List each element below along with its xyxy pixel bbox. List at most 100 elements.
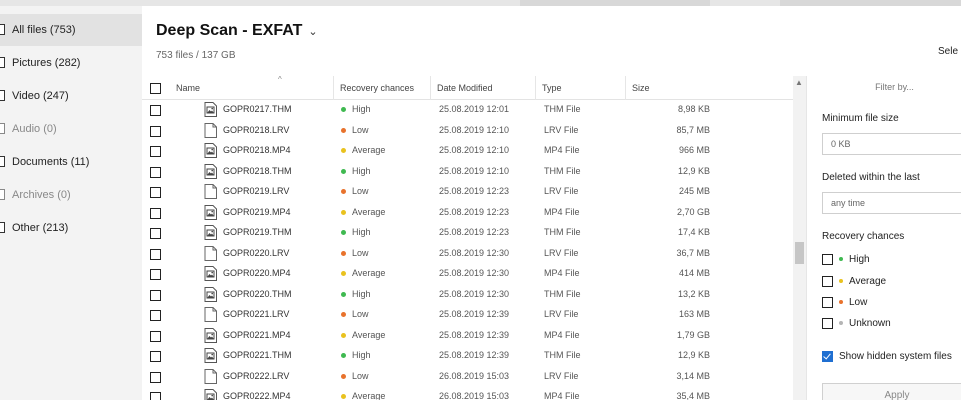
sidebar-item-4[interactable]: Documents (11) <box>0 146 142 178</box>
chance-filter-checkbox[interactable] <box>822 317 833 329</box>
chevron-down-icon[interactable]: ⌄ <box>308 25 317 38</box>
checkbox-checked-icon[interactable] <box>822 350 833 362</box>
table-row[interactable]: GOPR0221.MP4 Average 25.08.2019 12:39 MP4 F… <box>142 326 794 347</box>
chance-filter-label: Low <box>849 296 868 308</box>
column-header-name[interactable]: Name ^ <box>170 75 333 100</box>
sidebar-item-label: Documents (11) <box>12 156 90 168</box>
row-checkbox[interactable] <box>150 187 161 198</box>
chance-filter-high[interactable]: High <box>822 252 870 266</box>
sidebar-item-6[interactable]: Other (213) <box>0 212 142 244</box>
row-checkbox[interactable] <box>150 125 161 137</box>
deleted-within-select[interactable]: any time <box>822 192 961 214</box>
chance-filter-average[interactable]: Average <box>822 274 886 288</box>
sidebar-item-checkbox[interactable] <box>0 90 5 101</box>
image-file-icon <box>204 389 217 400</box>
file-type: MP4 File <box>544 391 580 400</box>
image-file-icon <box>204 266 217 281</box>
row-checkbox[interactable] <box>150 371 161 383</box>
row-checkbox[interactable] <box>150 289 161 301</box>
file-size: 3,14 MB <box>676 370 710 381</box>
file-size: 35,4 MB <box>676 391 710 400</box>
recovery-chance-dot-icon <box>341 250 346 256</box>
recovery-chance-dot-icon <box>341 271 346 276</box>
file-name: GOPR0218.LRV <box>223 124 290 135</box>
table-row[interactable]: GOPR0220.LRV Low 25.08.2019 12:30 LRV File 3… <box>142 244 794 265</box>
recovery-chance-dot-icon <box>341 332 346 338</box>
table-row[interactable]: GOPR0222.MP4 Average 26.08.2019 15:03 MP4 F… <box>142 387 794 400</box>
sidebar-item-2[interactable]: Video (247) <box>0 80 142 112</box>
chance-filter-low[interactable]: Low <box>822 295 867 309</box>
sidebar-item-1[interactable]: Pictures (282) <box>0 47 142 79</box>
column-header-type[interactable]: Type <box>535 76 625 100</box>
row-checkbox[interactable] <box>150 310 161 321</box>
min-size-input[interactable]: 0 KB <box>822 133 961 155</box>
files-summary: 753 files / 137 GB <box>156 50 236 61</box>
select-all-checkbox[interactable] <box>150 83 161 94</box>
row-checkbox[interactable] <box>150 105 161 116</box>
row-checkbox[interactable] <box>150 248 161 260</box>
chance-filter-unknown[interactable]: Unknown <box>822 316 891 330</box>
column-header-recovery[interactable]: Recovery chances <box>333 76 430 100</box>
row-checkbox[interactable] <box>150 166 161 178</box>
file-name: GOPR0222.MP4 <box>223 391 291 400</box>
table-row[interactable]: GOPR0217.THM High 25.08.2019 12:01 THM File… <box>142 100 794 121</box>
row-checkbox[interactable] <box>150 207 161 219</box>
column-header-date[interactable]: Date Modified <box>430 76 535 100</box>
blank-file-icon <box>204 184 217 199</box>
row-checkbox[interactable] <box>150 228 161 239</box>
top-toolbar-strip <box>0 0 961 6</box>
table-row[interactable]: GOPR0219.THM High 25.08.2019 12:23 THM File… <box>142 223 794 244</box>
scan-title[interactable]: Deep Scan - EXFAT ⌄ <box>156 22 318 40</box>
file-size: 13,2 KB <box>677 288 710 299</box>
table-row[interactable]: GOPR0222.LRV Low 26.08.2019 15:03 LRV File 3… <box>142 367 794 388</box>
sidebar-item-checkbox[interactable] <box>0 222 5 233</box>
sidebar-item-5[interactable]: Archives (0) <box>0 179 142 211</box>
date-modified: 25.08.2019 12:10 <box>439 165 510 176</box>
sidebar-item-checkbox[interactable] <box>0 24 5 35</box>
table-row[interactable]: GOPR0221.LRV Low 25.08.2019 12:39 LRV File 1… <box>142 305 794 326</box>
recovery-chance-dot-icon <box>341 107 346 112</box>
file-type: MP4 File <box>544 206 580 217</box>
show-hidden-label: Show hidden system files <box>839 350 952 362</box>
row-checkbox[interactable] <box>150 351 161 362</box>
table-row[interactable]: GOPR0218.LRV Low 25.08.2019 12:10 LRV File 8… <box>142 121 794 142</box>
table-row[interactable]: GOPR0218.MP4 Average 25.08.2019 12:10 MP4 F… <box>142 141 794 162</box>
chance-dot-icon <box>839 321 843 325</box>
min-size-label: Minimum file size <box>822 113 899 124</box>
filter-title[interactable]: Filter by... <box>807 82 961 92</box>
table-row[interactable]: GOPR0220.THM High 25.08.2019 12:30 THM File… <box>142 285 794 306</box>
scrollbar-thumb[interactable] <box>795 242 804 264</box>
recovery-chance: High <box>352 165 371 176</box>
row-checkbox[interactable] <box>150 392 161 400</box>
date-modified: 25.08.2019 12:39 <box>439 329 510 340</box>
row-checkbox[interactable] <box>150 146 161 157</box>
row-checkbox[interactable] <box>150 269 161 280</box>
table-row[interactable]: GOPR0220.MP4 Average 25.08.2019 12:30 MP4 F… <box>142 264 794 285</box>
vertical-scrollbar[interactable]: ▲ <box>793 76 806 400</box>
file-name: GOPR0221.LRV <box>223 309 290 319</box>
table-row[interactable]: GOPR0221.THM High 25.08.2019 12:39 THM File… <box>142 346 794 367</box>
sidebar-item-checkbox[interactable] <box>0 189 5 200</box>
sidebar-item-0[interactable]: All files (753) <box>0 14 142 46</box>
sidebar-item-3[interactable]: Audio (0) <box>0 113 142 145</box>
table-row[interactable]: GOPR0218.THM High 25.08.2019 12:10 THM File… <box>142 162 794 183</box>
scroll-up-icon[interactable]: ▲ <box>795 78 803 87</box>
chance-filter-checkbox[interactable] <box>822 253 833 265</box>
table-row[interactable]: GOPR0219.LRV Low 25.08.2019 12:23 LRV File 2… <box>142 182 794 203</box>
sidebar-item-checkbox[interactable] <box>0 123 5 134</box>
file-name: GOPR0218.THM <box>223 165 292 176</box>
select-button[interactable]: Sele <box>938 46 958 57</box>
column-header-size[interactable]: Size <box>625 76 797 100</box>
row-checkbox[interactable] <box>150 330 161 342</box>
chance-filter-checkbox[interactable] <box>822 296 833 308</box>
chance-filter-checkbox[interactable] <box>822 275 833 287</box>
table-row[interactable]: GOPR0219.MP4 Average 25.08.2019 12:23 MP4 F… <box>142 203 794 224</box>
file-size: 12,9 KB <box>677 350 710 360</box>
show-hidden-files-checkbox[interactable]: Show hidden system files <box>822 349 952 363</box>
recovery-chance: High <box>352 227 371 237</box>
sidebar-item-checkbox[interactable] <box>0 57 5 68</box>
sidebar-item-checkbox[interactable] <box>0 156 5 167</box>
apply-button[interactable]: Apply <box>822 383 961 400</box>
file-size: 966 MB <box>678 145 710 155</box>
file-name: GOPR0221.THM <box>223 350 292 360</box>
